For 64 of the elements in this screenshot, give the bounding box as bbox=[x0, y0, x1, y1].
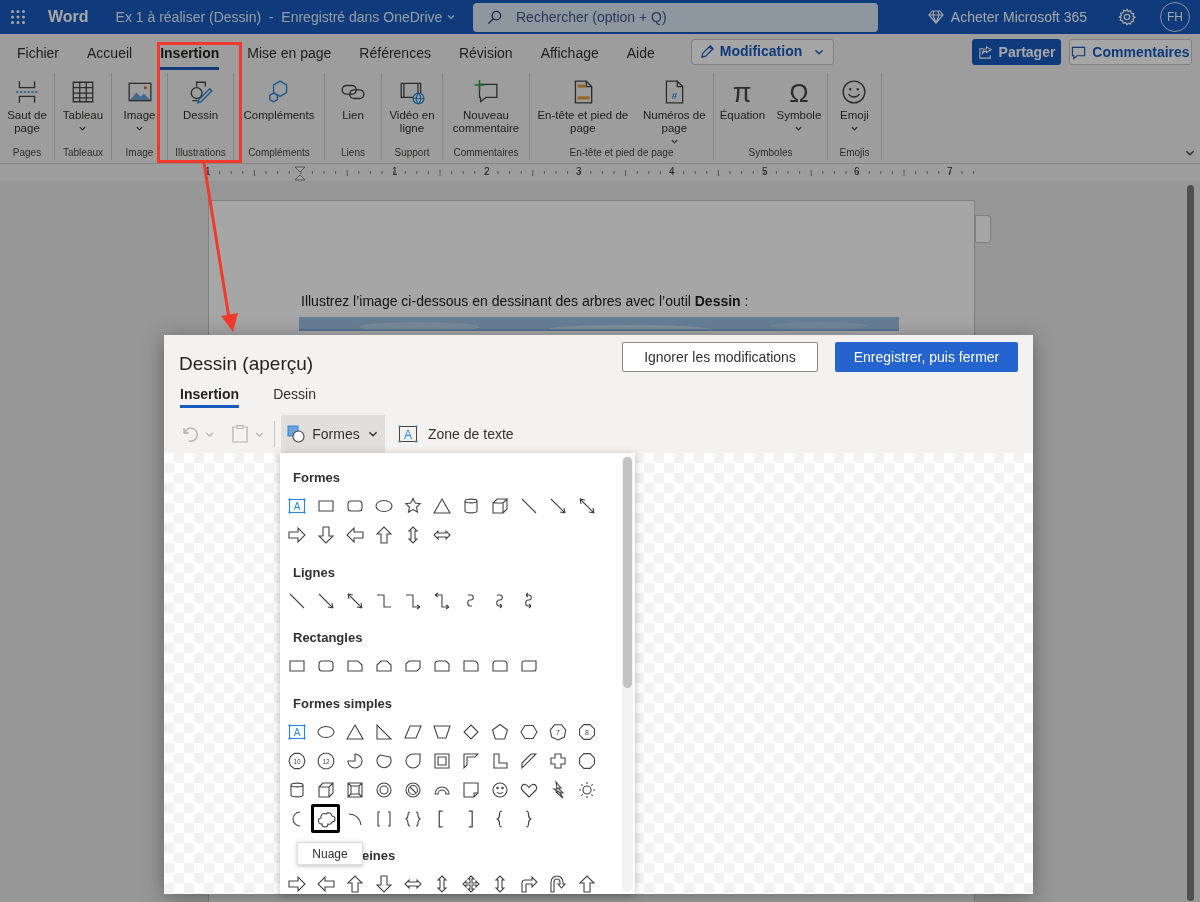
share-button[interactable]: Partager bbox=[972, 39, 1061, 65]
tooltip: Nuage bbox=[297, 842, 363, 865]
ribbon-command[interactable]: En-tête et pied de page bbox=[536, 73, 630, 147]
ruler-number: 2 bbox=[484, 166, 490, 178]
dialog-title: Dessin (aperçu) bbox=[179, 352, 314, 376]
section-heading: Formes bbox=[293, 470, 340, 485]
discard-button[interactable]: Ignorer les modifications bbox=[622, 342, 818, 372]
pi-icon: π bbox=[729, 79, 756, 105]
ribbon-command[interactable]: Image bbox=[122, 73, 157, 147]
group-label: Image bbox=[124, 147, 155, 159]
dialog-tab[interactable]: Dessin bbox=[273, 383, 316, 408]
ribbon-command[interactable]: Dessin bbox=[181, 73, 220, 147]
ribbon-command[interactable]: π Équation bbox=[718, 73, 767, 147]
shapes-dropdown[interactable]: Formes bbox=[281, 415, 385, 453]
save-close-button[interactable]: Enregistrer, puis fermer bbox=[835, 342, 1018, 372]
buy-link[interactable]: Acheter Microsoft 365 bbox=[927, 6, 1087, 28]
group-label: Compléments bbox=[247, 147, 311, 159]
document-title-button[interactable]: Ex 1 à réaliser (Dessin) - Enregistré dans OneDrive bbox=[115, 6, 457, 28]
group-label: Tableaux bbox=[62, 147, 104, 159]
ribbon-tab[interactable]: Accueil bbox=[87, 39, 133, 70]
ribbon-command[interactable]: Nouveau commentaire bbox=[451, 73, 521, 147]
group-label: En-tête et pied de page bbox=[568, 147, 675, 159]
ribbon-command[interactable]: Tableau bbox=[61, 73, 105, 147]
search-field[interactable]: Rechercher (option + Q) bbox=[473, 2, 878, 32]
section-heading: Formes simples bbox=[293, 695, 392, 711]
ruler-number: 1 bbox=[392, 166, 398, 178]
text-box-button[interactable]: A Zone de texte bbox=[398, 423, 514, 445]
section-heading: eines bbox=[362, 848, 396, 863]
ruler-number: 6 bbox=[854, 166, 860, 178]
dialog-tab[interactable]: Insertion bbox=[180, 383, 240, 408]
shape-option[interactable]: A bbox=[282, 491, 311, 521]
ribbon-tab[interactable]: Affichage bbox=[540, 39, 599, 70]
section-heading: Rectangles bbox=[293, 630, 363, 645]
ribbon-command[interactable]: Vidéo en ligne bbox=[388, 73, 436, 147]
text-box-icon: A bbox=[286, 496, 307, 516]
group-label: Emojis bbox=[838, 147, 871, 159]
ribbon-command[interactable]: Saut de page bbox=[6, 73, 48, 147]
ribbon-tab[interactable]: Fichier bbox=[17, 39, 59, 70]
group-label: Pages bbox=[11, 147, 43, 159]
ruler-number: 7 bbox=[947, 166, 953, 178]
ribbon-command[interactable]: Ω Symbole bbox=[775, 73, 823, 147]
app-name: Word bbox=[48, 7, 89, 27]
group-label: Commentaires bbox=[452, 147, 520, 159]
ribbon-tab[interactable]: Mise en page bbox=[247, 39, 332, 70]
group-label: Liens bbox=[340, 147, 366, 159]
text-box-icon: A bbox=[398, 425, 418, 443]
ribbon-tab[interactable]: Aide bbox=[626, 39, 655, 70]
ruler-number: 5 bbox=[762, 166, 768, 178]
ribbon-tab[interactable]: Révision bbox=[458, 39, 513, 70]
ribbon-tab[interactable]: Références bbox=[359, 39, 431, 70]
ribbon-command[interactable]: # Numéros de page bbox=[641, 73, 707, 147]
ruler-number: 3 bbox=[576, 166, 582, 178]
group-label: Illustrations bbox=[174, 147, 227, 159]
omega-icon: Ω bbox=[785, 79, 812, 105]
ribbon-command[interactable]: Lien bbox=[339, 73, 367, 147]
comments-button[interactable]: Commentaires bbox=[1069, 39, 1192, 65]
section-heading: Lignes bbox=[293, 564, 335, 580]
ribbon-command[interactable]: Compléments bbox=[242, 73, 316, 147]
mode-dropdown[interactable]: Modification bbox=[690, 38, 835, 65]
group-label: Symboles bbox=[747, 147, 794, 159]
instruction-text: Illustrez l’image ci-dessous en dessinant des arbres avec l’outil Dessin : bbox=[301, 292, 750, 311]
group-label: Support bbox=[393, 147, 431, 159]
ruler-number: 4 bbox=[669, 166, 675, 178]
ribbon-command[interactable]: Emoji bbox=[839, 73, 870, 147]
